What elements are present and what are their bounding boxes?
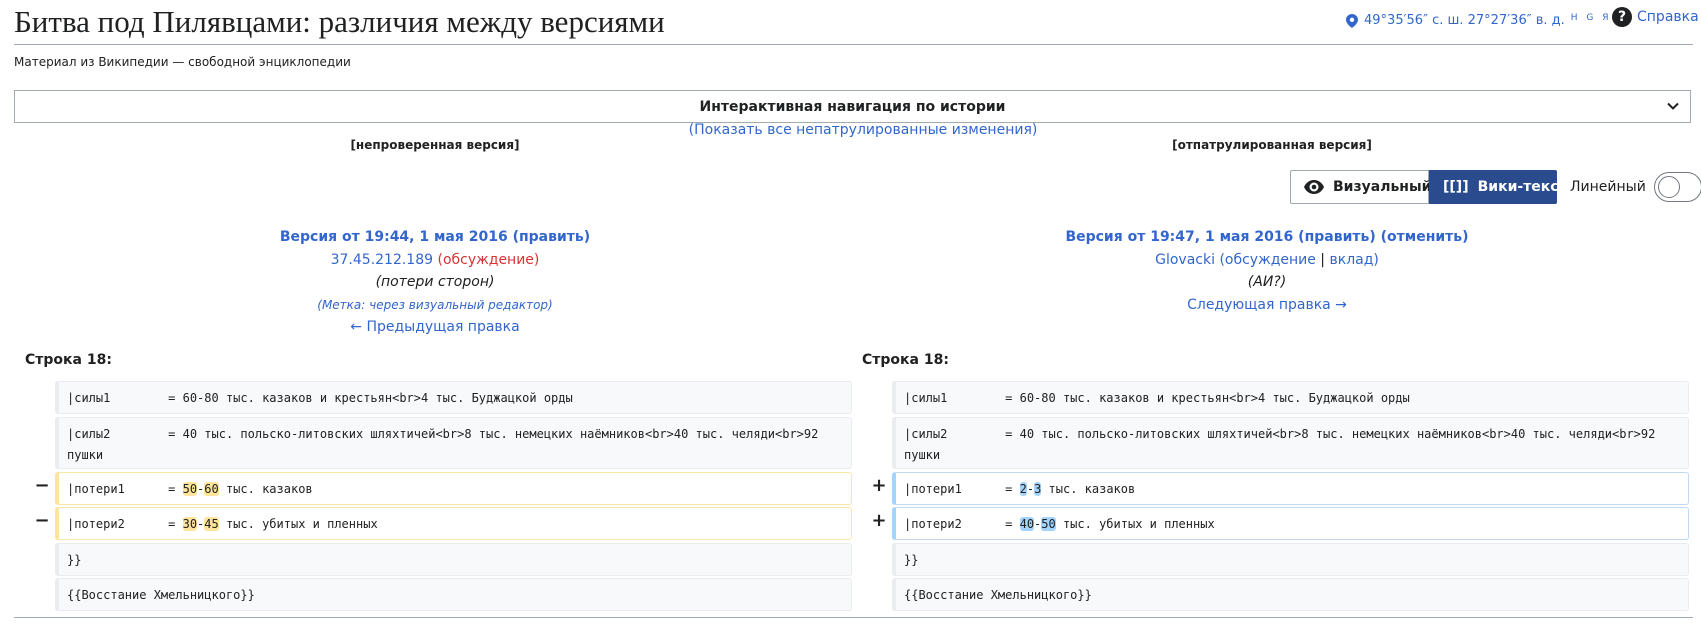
wikitext-icon: [[]] — [1443, 179, 1469, 195]
diff-text: - — [1026, 482, 1035, 496]
added-line-marker: + — [871, 475, 887, 496]
content-divider — [14, 617, 1693, 618]
diff-deleted-line: |потери2 = 30-45 тыс. убитых и пленных — [55, 507, 852, 540]
deleted-word: 50 — [182, 482, 198, 496]
diff-text: |потери1 = — [67, 482, 183, 496]
diff-context-right: |силы1 = 60-80 тыс. казаков и крестьян<b… — [892, 381, 1689, 414]
title-divider — [14, 44, 1693, 45]
diff-text: |потери2 = — [904, 517, 1020, 531]
right-version-status: [отпатрулированная версия] — [1172, 138, 1372, 152]
show-unpatrolled-link[interactable]: (Показать все непатрулированные изменени… — [0, 122, 1701, 138]
right-version-link[interactable]: Версия от 19:47, 1 мая 2016 — [1065, 229, 1293, 245]
diff-context-left: {{Восстание Хмельницкого}} — [55, 578, 852, 611]
previous-edit-link[interactable]: ← Предыдущая правка — [350, 319, 519, 335]
diff-text: тыс. убитых и пленных — [1055, 517, 1215, 531]
history-navigation-label: Интерактивная навигация по истории — [699, 98, 1006, 115]
right-separator: | — [1315, 251, 1330, 268]
left-edit-tag[interactable]: (Метка: через визуальный редактор) — [0, 294, 870, 317]
right-paren-close: ) — [1373, 251, 1379, 268]
switch-knob — [1657, 176, 1680, 198]
deleted-line-marker: − — [34, 510, 50, 531]
diff-context-left: |силы2 = 40 тыс. польско-литовских шляхт… — [55, 417, 852, 469]
added-word: 50 — [1041, 517, 1056, 531]
diff-context-left: }} — [55, 543, 852, 576]
left-user-link[interactable]: 37.45.212.189 — [331, 252, 433, 268]
deleted-line-marker: − — [34, 475, 50, 496]
right-talk-link[interactable]: обсуждение — [1225, 252, 1316, 268]
map-pin-icon — [1346, 13, 1358, 28]
left-version-link[interactable]: Версия от 19:44, 1 мая 2016 — [280, 229, 508, 245]
help-link[interactable]: ? Справка — [1612, 7, 1699, 27]
chevron-down-icon — [1667, 102, 1679, 110]
diff-deleted-line: |потери1 = 50-60 тыс. казаков — [55, 472, 852, 505]
left-talk-link[interactable]: обсуждение — [443, 252, 534, 268]
visual-mode-button[interactable]: Визуальный — [1290, 170, 1432, 204]
site-subtitle: Материал из Википедии — свободной энцикл… — [14, 55, 351, 69]
right-edit-summary: (АИ?) — [1247, 274, 1287, 290]
diff-added-line: |потери2 = 40-50 тыс. убитых и пленных — [892, 507, 1689, 540]
left-edit-summary: (потери сторон) — [375, 274, 495, 290]
deleted-word: 30 — [182, 517, 198, 531]
right-undo-link[interactable]: (отменить) — [1381, 229, 1469, 245]
diff-text: тыс. убитых и пленных — [218, 517, 378, 531]
wikitext-mode-button[interactable]: [[]] Вики-текст — [1429, 170, 1567, 204]
diff-context-right: }} — [892, 543, 1689, 576]
diff-context-left: |силы1 = 60-80 тыс. казаков и крестьян<b… — [55, 381, 852, 414]
left-version-status: [непроверенная версия] — [350, 138, 520, 152]
diff-context-right: {{Восстание Хмельницкого}} — [892, 578, 1689, 611]
diff-text: тыс. казаков — [218, 482, 313, 496]
diff-view-switch: Визуальный [[]] Вики-текст — [1290, 170, 1567, 204]
eye-icon — [1304, 180, 1324, 194]
history-navigation-toggle[interactable]: Интерактивная навигация по истории — [14, 90, 1691, 123]
help-label[interactable]: Справка — [1637, 9, 1699, 25]
linear-toggle[interactable]: Линейный — [1570, 172, 1701, 202]
added-line-marker: + — [871, 510, 887, 531]
left-paren-close: ) — [533, 251, 540, 268]
right-revision-info: Версия от 19:47, 1 мая 2016 (править) (о… — [990, 226, 1544, 316]
coordinates-text[interactable]: 49°35′56″ с. ш. 27°27′36″ в. д. — [1364, 13, 1565, 28]
next-edit-link[interactable]: Следующая правка → — [1187, 297, 1347, 313]
linear-label: Линейный — [1570, 179, 1646, 195]
right-line-number: Строка 18: — [862, 352, 949, 368]
right-edit-link[interactable]: (править) — [1298, 229, 1376, 245]
deleted-word: 45 — [204, 517, 219, 531]
left-revision-info: Версия от 19:44, 1 мая 2016 (править) 37… — [0, 226, 870, 339]
linear-switch[interactable] — [1653, 172, 1701, 202]
visual-mode-label: Визуальный — [1333, 179, 1432, 195]
diff-text: |потери2 = — [67, 517, 183, 531]
left-edit-link[interactable]: (править) — [513, 229, 591, 245]
help-icon: ? — [1612, 7, 1632, 27]
added-word: 2 — [1019, 482, 1027, 496]
coordinates[interactable]: 49°35′56″ с. ш. 27°27′36″ в. д. H G Я O — [1346, 13, 1627, 28]
left-line-number: Строка 18: — [25, 352, 112, 368]
deleted-word: 60 — [204, 482, 219, 496]
diff-text: |потери1 = — [904, 482, 1020, 496]
diff-added-line: |потери1 = 2-3 тыс. казаков — [892, 472, 1689, 505]
page-title: Битва под Пилявцами: различия между верс… — [14, 4, 665, 39]
right-contribs-link[interactable]: вклад — [1329, 252, 1373, 268]
wikitext-mode-label: Вики-текст — [1477, 179, 1567, 195]
diff-text: тыс. казаков — [1041, 482, 1136, 496]
diff-context-right: |силы2 = 40 тыс. польско-литовских шляхт… — [892, 417, 1689, 469]
added-word: 40 — [1019, 517, 1035, 531]
right-user-link[interactable]: Glovacki — [1155, 252, 1215, 268]
